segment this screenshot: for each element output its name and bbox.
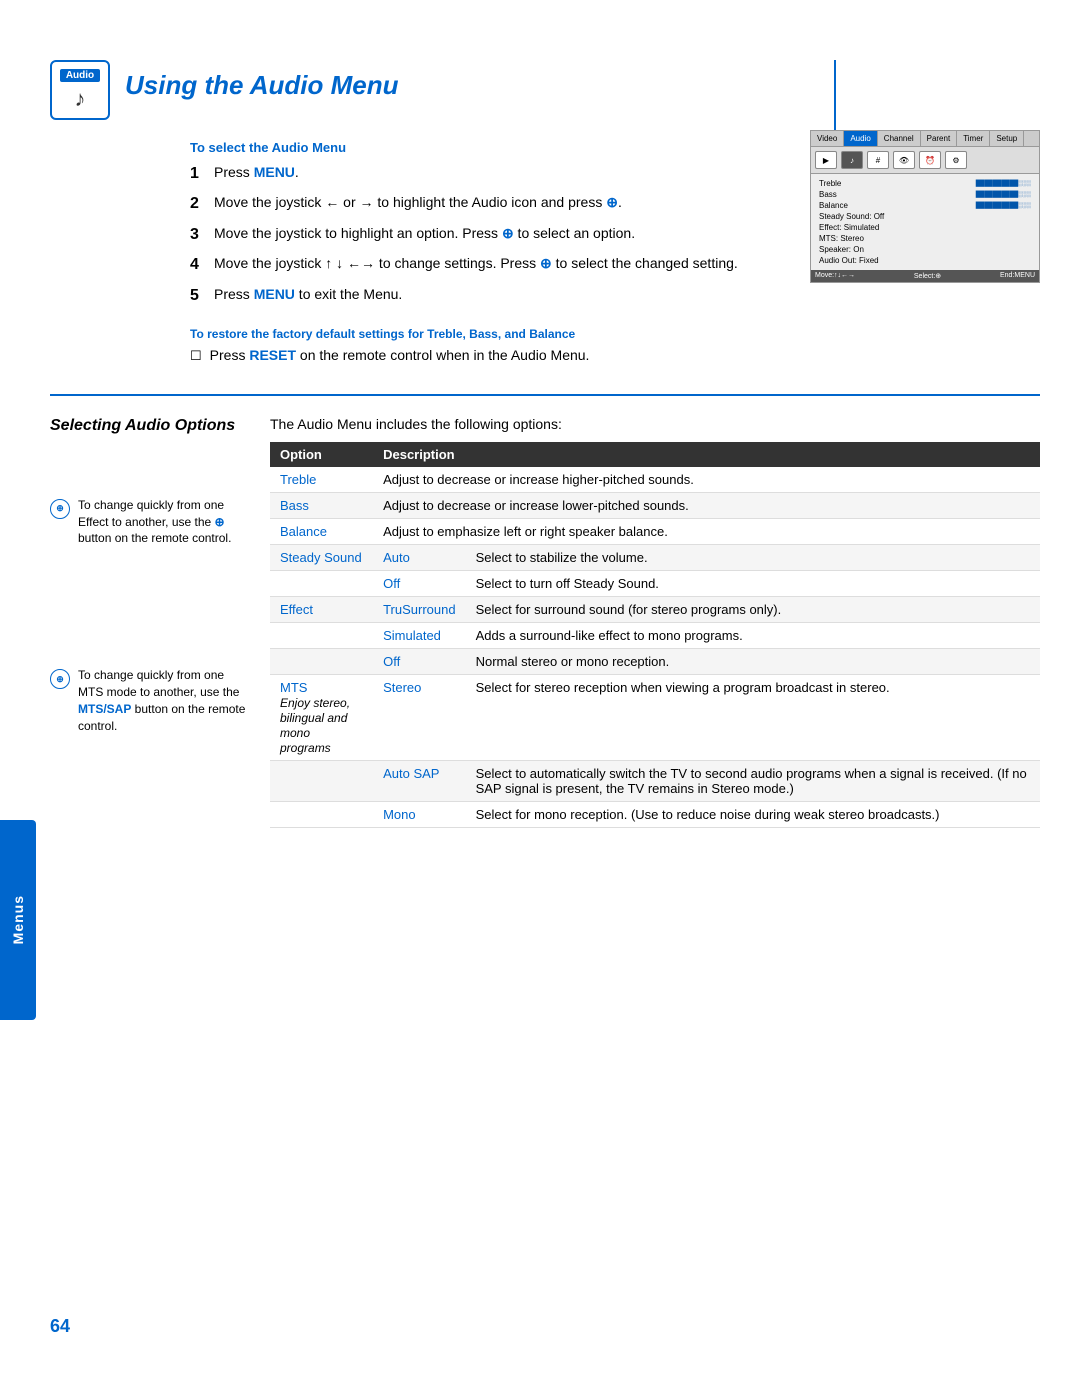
step-1-content: Press MENU. — [214, 163, 1040, 185]
option-empty-2 — [270, 622, 373, 648]
desc-mono: Select for mono reception. (Use to reduc… — [466, 801, 1040, 827]
option-empty-1 — [270, 570, 373, 596]
option-effect: Effect — [270, 596, 373, 622]
desc-autosap: Select to automatically switch the TV to… — [466, 760, 1040, 801]
sub-simulated: Simulated — [373, 622, 466, 648]
desc-simulated: Adds a surround-like effect to mono prog… — [466, 622, 1040, 648]
table-row: Bass Adjust to decrease or increase lowe… — [270, 492, 1040, 518]
step-4-number: 4 — [190, 254, 214, 276]
note-1: ⊕ To change quickly from one Effect to a… — [50, 497, 250, 547]
header-section: Audio ♪ Using the Audio Menu — [50, 60, 1040, 120]
audio-icon-label: Audio — [60, 69, 100, 82]
step-3: 3 Move the joystick to highlight an opti… — [190, 224, 1040, 246]
page-number: 64 — [50, 1316, 70, 1337]
note-1-icon: ⊕ — [50, 499, 70, 519]
col-option: Option — [270, 442, 373, 467]
arrow-line — [834, 60, 836, 140]
step-list: 1 Press MENU. 2 Move the joystick ← or →… — [190, 163, 1040, 307]
step-5: 5 Press MENU to exit the Menu. — [190, 285, 1040, 307]
table-row: Off Normal stereo or mono reception. — [270, 648, 1040, 674]
note-2-text: To change quickly from one MTS mode to a… — [78, 667, 250, 734]
desc-balance: Adjust to emphasize left or right speake… — [373, 518, 1040, 544]
note-2-link: MTS/SAP — [78, 702, 131, 716]
step-3-highlight: ⊕ — [502, 225, 514, 241]
sub-steady-off: Off — [373, 570, 466, 596]
step-2-highlight: ⊕ — [606, 194, 618, 210]
step-1-highlight: MENU — [254, 164, 295, 180]
step-4: 4 Move the joystick ↑ ↓ ←→ to change set… — [190, 254, 1040, 276]
audio-options-section: Selecting Audio Options ⊕ To change quic… — [50, 416, 1040, 828]
audio-icon-box: Audio ♪ — [50, 60, 110, 120]
option-mts: MTS — [280, 680, 307, 695]
note-1-text: To change quickly from one Effect to ano… — [78, 497, 250, 547]
table-row: Balance Adjust to emphasize left or righ… — [270, 518, 1040, 544]
note-2-icon: ⊕ — [50, 669, 70, 689]
option-balance: Balance — [270, 518, 373, 544]
table-row: Off Select to turn off Steady Sound. — [270, 570, 1040, 596]
left-column: Selecting Audio Options ⊕ To change quic… — [50, 416, 250, 828]
option-empty-3 — [270, 648, 373, 674]
mts-italic: Enjoy stereo,bilingual andmono programs — [280, 696, 350, 755]
sub-auto: Auto — [373, 544, 466, 570]
steps-section: To select the Audio Menu 1 Press MENU. 2… — [190, 140, 1040, 307]
restore-item: ☐ Press RESET on the remote control when… — [190, 347, 1040, 364]
option-treble: Treble — [270, 467, 373, 493]
step-4-highlight: ⊕ — [540, 255, 552, 271]
table-row: Auto SAP Select to automatically switch … — [270, 760, 1040, 801]
step-1: 1 Press MENU. — [190, 163, 1040, 185]
table-row: Steady Sound Auto Select to stabilize th… — [270, 544, 1040, 570]
restore-title: To restore the factory default settings … — [190, 327, 1040, 341]
option-bass: Bass — [270, 492, 373, 518]
option-empty-4 — [270, 760, 373, 801]
side-tab-label: Menus — [10, 895, 26, 944]
table-row: MTS Enjoy stereo,bilingual andmono progr… — [270, 674, 1040, 760]
step-3-number: 3 — [190, 224, 214, 246]
col-description: Description — [373, 442, 1040, 467]
table-row: Treble Adjust to decrease or increase hi… — [270, 467, 1040, 493]
audio-icon-symbol: ♪ — [75, 86, 86, 112]
sub-stereo: Stereo — [373, 674, 466, 760]
restore-text: Press RESET on the remote control when i… — [210, 347, 590, 363]
restore-section: To restore the factory default settings … — [190, 327, 1040, 364]
option-steady: Steady Sound — [270, 544, 373, 570]
table-row: Mono Select for mono reception. (Use to … — [270, 801, 1040, 827]
step-2: 2 Move the joystick ← or → to highlight … — [190, 193, 1040, 215]
steps-subtitle: To select the Audio Menu — [190, 140, 1040, 155]
page-title: Using the Audio Menu — [125, 60, 398, 101]
checkbox-icon: ☐ — [190, 348, 202, 364]
step-4-content: Move the joystick ↑ ↓ ←→ to change setti… — [214, 254, 1040, 276]
intro-text: The Audio Menu includes the following op… — [270, 416, 1040, 432]
step-5-number: 5 — [190, 285, 214, 307]
options-table: Option Description Treble Adjust to decr… — [270, 442, 1040, 828]
step-2-number: 2 — [190, 193, 214, 215]
option-empty-5 — [270, 801, 373, 827]
desc-bass: Adjust to decrease or increase lower-pit… — [373, 492, 1040, 518]
desc-treble: Adjust to decrease or increase higher-pi… — [373, 467, 1040, 493]
table-row: Simulated Adds a surround-like effect to… — [270, 622, 1040, 648]
side-tab: Menus — [0, 820, 36, 1020]
reset-highlight: RESET — [249, 347, 296, 363]
desc-trusurround: Select for surround sound (for stereo pr… — [466, 596, 1040, 622]
option-mts-cell: MTS Enjoy stereo,bilingual andmono progr… — [270, 674, 373, 760]
desc-effect-off: Normal stereo or mono reception. — [466, 648, 1040, 674]
sub-autosap: Auto SAP — [373, 760, 466, 801]
step-1-number: 1 — [190, 163, 214, 185]
desc-auto: Select to stabilize the volume. — [466, 544, 1040, 570]
sub-effect-off: Off — [373, 648, 466, 674]
sub-mono: Mono — [373, 801, 466, 827]
note-2: ⊕ To change quickly from one MTS mode to… — [50, 667, 250, 734]
note-1-link: ⊕ — [215, 515, 225, 529]
step-5-content: Press MENU to exit the Menu. — [214, 285, 1040, 307]
desc-steady-off: Select to turn off Steady Sound. — [466, 570, 1040, 596]
table-row: Effect TruSurround Select for surround s… — [270, 596, 1040, 622]
right-column: The Audio Menu includes the following op… — [270, 416, 1040, 828]
step-2-content: Move the joystick ← or → to highlight th… — [214, 193, 1040, 215]
section-heading: Selecting Audio Options — [50, 416, 250, 437]
desc-stereo: Select for stereo reception when viewing… — [466, 674, 1040, 760]
sub-trusurround: TruSurround — [373, 596, 466, 622]
step-5-highlight: MENU — [254, 286, 295, 302]
section-divider — [50, 394, 1040, 396]
step-3-content: Move the joystick to highlight an option… — [214, 224, 1040, 246]
